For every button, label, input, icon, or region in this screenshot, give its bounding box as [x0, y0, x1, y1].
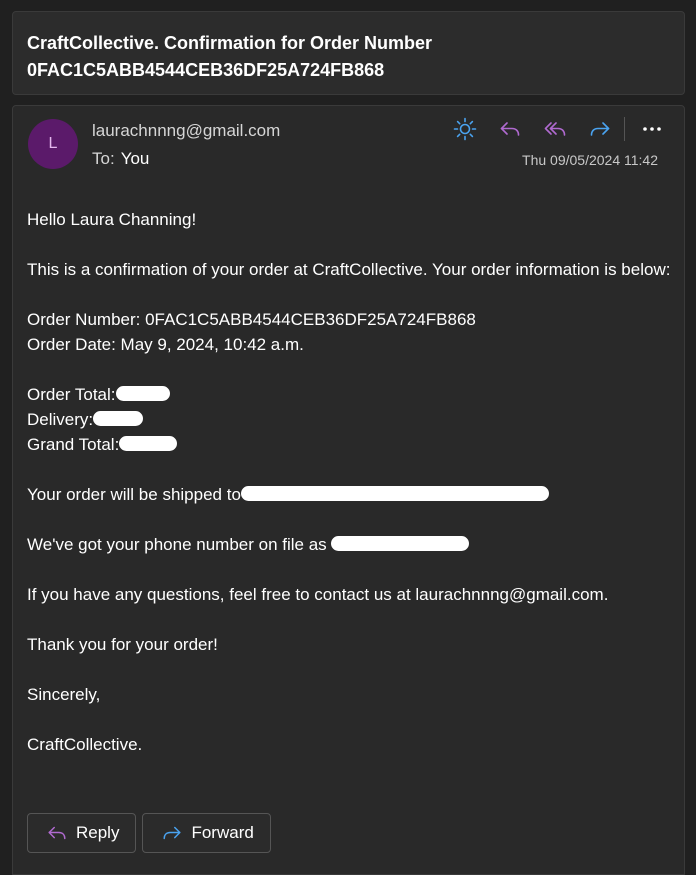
message-card: L laurachnnng@gmail.com To: You Thu 09/0…: [12, 105, 685, 875]
reply-icon: [500, 122, 520, 136]
forward-label: Forward: [191, 823, 254, 842]
avatar[interactable]: L: [28, 119, 78, 169]
order-total-line: Order Total:: [27, 382, 672, 407]
message-timestamp: Thu 09/05/2024 11:42: [522, 152, 658, 168]
signature: CraftCollective.: [27, 735, 143, 754]
delivery-line: Delivery:: [27, 407, 672, 432]
to-value[interactable]: You: [121, 149, 150, 168]
shipping-text: Your order will be shipped to: [27, 485, 241, 504]
subject-bar: CraftCollective. Confirmation for Order …: [12, 11, 685, 95]
message-body: Hello Laura Channing! This is a confirma…: [27, 207, 672, 782]
order-number: Order Number: 0FAC1C5ABB4544CEB36DF25A72…: [27, 310, 476, 329]
summary-button[interactable]: [450, 114, 480, 144]
phone-text: We've got your phone number on file as: [27, 535, 327, 554]
more-icon: [643, 127, 661, 131]
reply-label: Reply: [76, 823, 120, 842]
questions-paragraph: If you have any questions, feel free to …: [27, 585, 609, 604]
sun-icon: [453, 117, 477, 141]
delivery-label: Delivery:: [27, 410, 94, 429]
redacted-order-total: [115, 386, 170, 401]
more-actions-button[interactable]: [637, 114, 667, 144]
reply-all-icon: [544, 122, 566, 136]
forward-button[interactable]: [585, 114, 615, 144]
redacted-address: [240, 486, 549, 501]
redacted-grand-total: [119, 436, 178, 451]
grand-total-line: Grand Total:: [27, 432, 672, 457]
message-toolbar: [450, 114, 667, 144]
reply-all-button[interactable]: [540, 114, 570, 144]
reply-action-button[interactable]: Reply: [27, 813, 137, 853]
intro-paragraph: This is a confirmation of your order at …: [27, 260, 671, 279]
email-subject: CraftCollective. Confirmation for Order …: [27, 33, 433, 80]
to-label: To:: [92, 149, 115, 168]
greeting: Hello Laura Channing!: [27, 210, 197, 229]
redacted-phone: [331, 536, 470, 551]
order-date: Order Date: May 9, 2024, 10:42 a.m.: [27, 335, 304, 354]
recipient-line: To: You: [92, 149, 149, 169]
reply-button[interactable]: [495, 114, 525, 144]
toolbar-separator: [624, 117, 625, 141]
forward-icon: [590, 122, 610, 136]
thanks-paragraph: Thank you for your order!: [27, 635, 218, 654]
redacted-delivery: [93, 411, 144, 426]
sender-email[interactable]: laurachnnng@gmail.com: [92, 121, 280, 141]
forward-action-button[interactable]: Forward: [142, 813, 271, 853]
phone-line: We've got your phone number on file as: [27, 532, 672, 557]
signoff: Sincerely,: [27, 685, 101, 704]
order-total-label: Order Total:: [27, 385, 116, 404]
forward-icon: [163, 826, 181, 840]
message-actions: Reply Forward: [27, 813, 277, 853]
reply-icon: [48, 826, 66, 840]
grand-total-label: Grand Total:: [27, 435, 120, 454]
avatar-initial: L: [48, 135, 58, 152]
shipping-line: Your order will be shipped to: [27, 482, 672, 507]
